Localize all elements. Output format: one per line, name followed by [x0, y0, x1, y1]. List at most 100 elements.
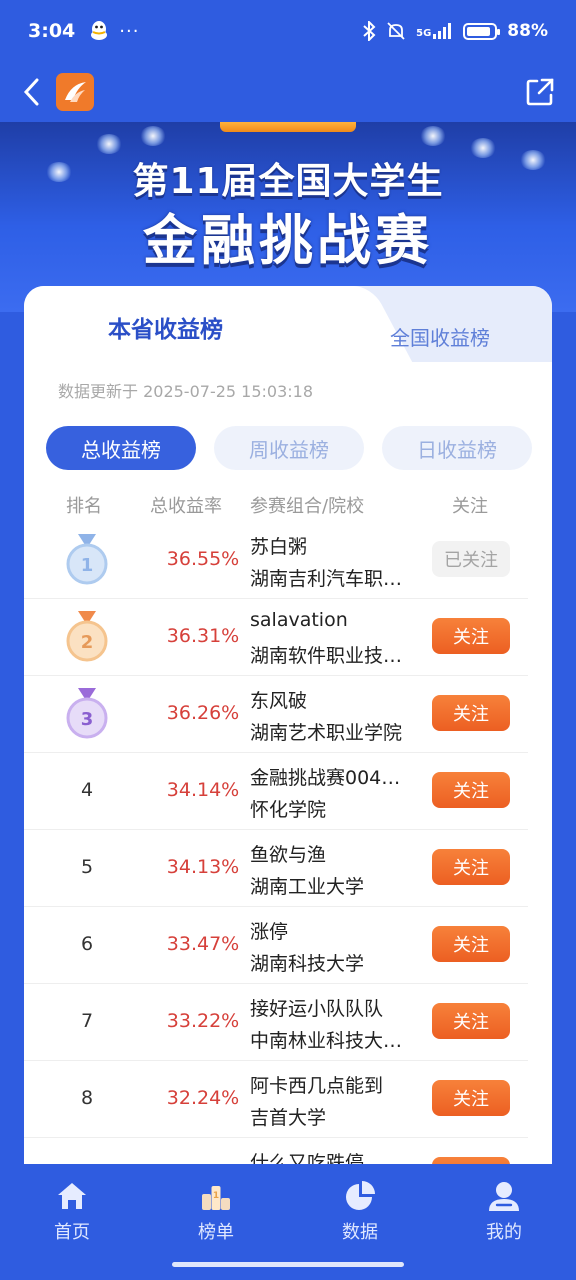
back-button[interactable]	[18, 72, 44, 112]
row-rank: 4	[80, 779, 94, 801]
row-rate: 36.55%	[166, 548, 240, 570]
table-row: 什么又吃跌停 关注	[24, 1138, 528, 1166]
table-row: 8 32.24% 阿卡西几点能到 吉首大学 关注	[24, 1061, 528, 1138]
row-rank: 8	[80, 1087, 94, 1109]
nav-bar	[0, 62, 576, 122]
row-team-name: 苏白粥	[250, 536, 308, 558]
row-team-name: 接好运小队队队	[250, 998, 384, 1020]
svg-text:2: 2	[81, 632, 94, 653]
row-team-name: 金融挑战赛004…	[250, 767, 401, 789]
stage-light	[96, 134, 122, 154]
follow-button[interactable]: 关注	[432, 772, 510, 808]
follow-button[interactable]: 关注	[432, 1003, 510, 1039]
bronze-medal-icon: 2	[66, 611, 108, 662]
status-right: 5G 88%	[362, 21, 548, 41]
silver-medal-icon: 1	[66, 534, 108, 585]
row-school: 吉首大学	[250, 1107, 327, 1129]
ranking-podium-icon: 1	[202, 1186, 230, 1210]
mute-bell-icon	[387, 22, 405, 40]
follow-button[interactable]: 关注	[432, 1080, 510, 1116]
battery-level	[467, 26, 491, 36]
signal-5g-label: 5G	[416, 28, 432, 39]
follow-button[interactable]: 关注	[432, 926, 510, 962]
row-school: 湖南艺术职业学院	[250, 722, 403, 744]
row-school: 湖南吉利汽车职…	[250, 568, 403, 590]
share-button[interactable]	[522, 74, 558, 110]
row-school: 湖南软件职业技…	[250, 645, 403, 667]
follow-button[interactable]: 关注	[432, 695, 510, 731]
nav-ranking-label: 榜单	[198, 1222, 234, 1243]
table-header: 排名 总收益率 参赛组合/院校 关注	[24, 492, 552, 522]
nav-profile-label: 我的	[486, 1222, 522, 1243]
app-logo-icon	[65, 82, 86, 102]
nav-data[interactable]: 数据	[310, 1178, 410, 1244]
ranking-list: 1 36.55% 苏白粥 湖南吉利汽车职… 已关注 2 36.31% salav…	[24, 522, 552, 1166]
follow-button[interactable]: 关注	[432, 618, 510, 654]
nav-profile[interactable]: 我的	[454, 1178, 554, 1244]
row-rate: 36.26%	[166, 702, 240, 724]
header-rank: 排名	[66, 496, 102, 517]
tab-local-ranking[interactable]: 本省收益榜	[108, 310, 223, 344]
nav-ranking[interactable]: 1 榜单	[166, 1178, 266, 1244]
competition-banner: 第11届全国大学生 金融挑战赛	[0, 122, 576, 312]
row-team-name: 阿卡西几点能到	[250, 1075, 384, 1097]
status-bar: 3:04 ··· 5G 88%	[0, 0, 576, 62]
row-team-name: 鱼欲与渔	[250, 844, 327, 866]
row-rate: 36.31%	[166, 625, 240, 647]
home-icon	[58, 1183, 86, 1209]
row-rate: 32.24%	[166, 1087, 240, 1109]
status-time: 3:04	[28, 20, 76, 42]
user-icon	[489, 1182, 519, 1211]
purple-medal-icon: 3	[66, 688, 108, 739]
banner-stage-decoration	[220, 122, 356, 132]
pie-chart-icon	[346, 1181, 375, 1210]
nav-home-label: 首页	[54, 1222, 90, 1243]
battery-icon	[463, 22, 501, 40]
row-rate: 33.22%	[166, 1010, 240, 1032]
row-rank: 6	[80, 933, 94, 955]
qq-icon	[91, 21, 108, 40]
signal-bars-icon	[433, 23, 452, 39]
row-rate: 34.14%	[166, 779, 240, 801]
tab-national-ranking[interactable]: 全国收益榜	[390, 322, 490, 351]
table-row: 6 33.47% 涨停 湖南科技大学 关注	[24, 907, 528, 984]
row-rank: 7	[80, 1010, 94, 1032]
row-school: 中南林业科技大…	[250, 1030, 403, 1052]
row-team-name: salavation	[250, 609, 348, 631]
home-indicator	[172, 1262, 404, 1267]
svg-text:3: 3	[81, 709, 94, 730]
nav-data-label: 数据	[342, 1222, 378, 1243]
nav-home[interactable]: 首页	[22, 1178, 122, 1244]
header-team: 参赛组合/院校	[250, 496, 365, 517]
period-tabs: 总收益榜 周收益榜 日收益榜	[46, 426, 532, 470]
row-school: 湖南科技大学	[250, 953, 365, 975]
row-rate: 34.13%	[166, 856, 240, 878]
stage-light	[140, 126, 166, 146]
header-rate: 总收益率	[150, 496, 222, 517]
table-row: 7 33.22% 接好运小队队队 中南林业科技大… 关注	[24, 984, 528, 1061]
table-row: 5 34.13% 鱼欲与渔 湖南工业大学 关注	[24, 830, 528, 907]
signal-indicator: 5G	[416, 23, 453, 39]
leaderboard-tabs: 本省收益榜 全国收益榜	[24, 286, 552, 362]
row-rank: 5	[80, 856, 94, 878]
follow-button[interactable]: 关注	[432, 849, 510, 885]
status-more-dots: ···	[119, 20, 140, 42]
table-row: 2 36.31% salavation 湖南软件职业技… 关注	[24, 599, 528, 676]
row-rate: 33.47%	[166, 933, 240, 955]
chevron-left-icon	[23, 78, 39, 106]
leaderboard-card: 本省收益榜 全国收益榜 数据更新于 2025-07-25 15:03:18 总收…	[24, 286, 552, 1166]
row-school: 怀化学院	[250, 799, 327, 821]
battery-text: 88%	[507, 21, 548, 41]
table-row: 1 36.55% 苏白粥 湖南吉利汽车职… 已关注	[24, 522, 528, 599]
tab-daily-return[interactable]: 日收益榜	[382, 426, 532, 470]
bluetooth-icon	[363, 21, 376, 41]
svg-text:1: 1	[81, 555, 94, 576]
tab-total-return[interactable]: 总收益榜	[46, 426, 196, 470]
followed-button[interactable]: 已关注	[432, 541, 510, 577]
update-time: 数据更新于 2025-07-25 15:03:18	[58, 382, 314, 401]
row-school: 湖南工业大学	[250, 876, 365, 898]
table-row: 4 34.14% 金融挑战赛004… 怀化学院 关注	[24, 753, 528, 830]
tab-weekly-return[interactable]: 周收益榜	[214, 426, 364, 470]
header-follow: 关注	[452, 496, 488, 517]
stage-light	[420, 126, 446, 146]
